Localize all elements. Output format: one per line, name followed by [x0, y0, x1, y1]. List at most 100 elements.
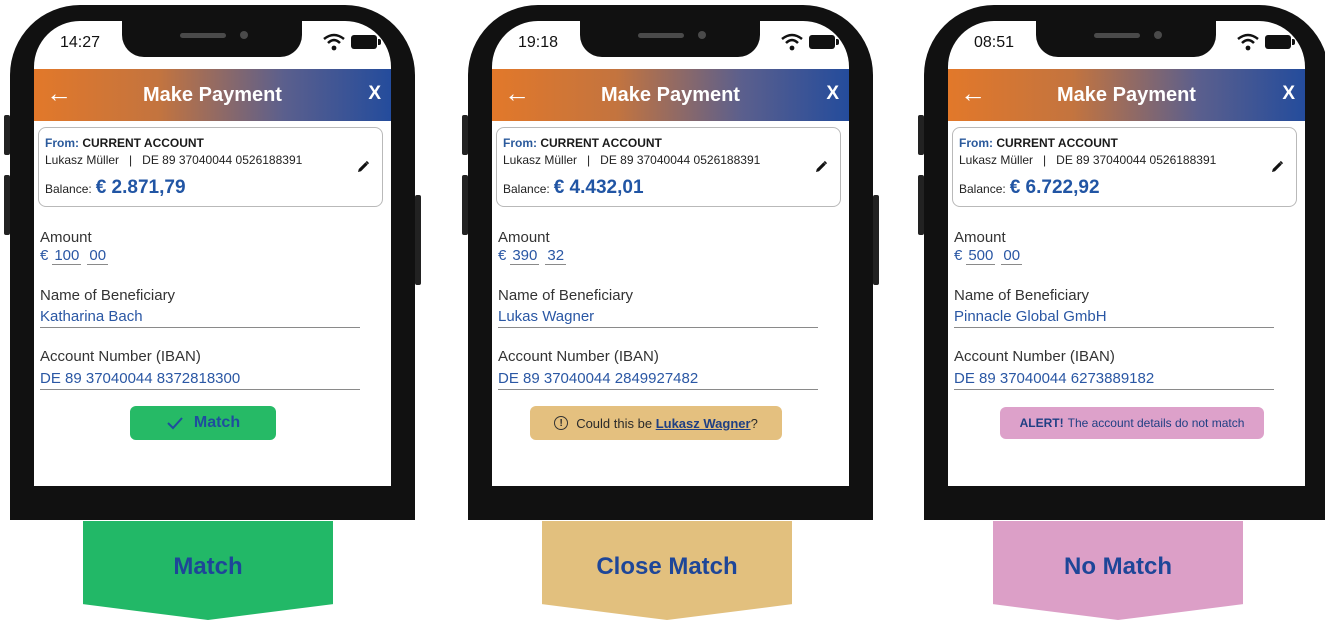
amount-integer[interactable]: 100: [52, 247, 82, 265]
amount-label: Amount: [498, 229, 550, 246]
wifi-icon: [781, 33, 803, 51]
amount-field[interactable]: €500 00: [954, 247, 1023, 265]
amount-integer[interactable]: 390: [510, 247, 540, 265]
tag-label: Close Match: [596, 552, 738, 580]
balance-value: € 4.432,01: [553, 177, 644, 198]
account-from: From: CURRENT ACCOUNT: [503, 136, 834, 150]
amount-decimal[interactable]: 00: [87, 247, 109, 265]
field-underline: [498, 327, 818, 328]
field-underline: [954, 327, 1274, 328]
account-details: Lukasz Müller | DE 89 37040044 052618839…: [45, 153, 303, 167]
balance-value: € 2.871,79: [95, 177, 186, 198]
iban-label: Account Number (IBAN): [954, 348, 1115, 365]
field-underline: [498, 389, 818, 390]
phone-side-button: [918, 115, 924, 155]
app-header: ← Make Payment X: [948, 69, 1305, 121]
field-underline: [954, 389, 1274, 390]
app-header: ← Make Payment X: [34, 69, 391, 121]
tag-match: Match: [83, 521, 333, 620]
beneficiary-field[interactable]: Lukas Wagner: [498, 308, 594, 325]
tag-label: Match: [173, 552, 243, 580]
alert-strong: ALERT!: [1019, 416, 1064, 430]
from-label: From:: [503, 136, 537, 150]
balance-label: Balance:: [45, 182, 92, 196]
from-value: CURRENT ACCOUNT: [540, 136, 662, 150]
battery-icon: [1265, 35, 1295, 49]
beneficiary-field[interactable]: Pinnacle Global GmbH: [954, 308, 1107, 325]
balance-value: € 6.722,92: [1009, 177, 1100, 198]
close-button[interactable]: X: [368, 83, 381, 105]
iban-label: Account Number (IBAN): [40, 348, 201, 365]
phone-side-button: [462, 175, 468, 235]
account-from: From: CURRENT ACCOUNT: [959, 136, 1290, 150]
iban-label: Account Number (IBAN): [498, 348, 659, 365]
suggestion-text-pre: Could this be: [576, 415, 656, 431]
beneficiary-label: Name of Beneficiary: [498, 287, 634, 304]
notch: [1036, 21, 1216, 57]
close-button[interactable]: X: [1282, 83, 1295, 105]
beneficiary-label: Name of Beneficiary: [954, 287, 1090, 304]
status-time: 14:27: [60, 34, 101, 51]
status-time: 19:18: [518, 34, 559, 51]
balance-label: Balance:: [959, 182, 1006, 196]
page-title: Make Payment: [601, 84, 740, 106]
amount-currency: €: [954, 247, 963, 264]
iban-field[interactable]: DE 89 37040044 8372818300: [40, 370, 240, 387]
status-icons: [780, 33, 839, 51]
amount-field[interactable]: €390 32: [498, 247, 567, 265]
beneficiary-field[interactable]: Katharina Bach: [40, 308, 143, 325]
phone-side-button: [415, 195, 421, 285]
tag-close-match: Close Match: [542, 521, 792, 620]
wifi-icon: [1237, 33, 1259, 51]
account-card[interactable]: From: CURRENT ACCOUNT Lukasz Müller | DE…: [496, 127, 841, 207]
amount-integer[interactable]: 500: [966, 247, 996, 265]
phone-side-button: [918, 175, 924, 235]
page-title: Make Payment: [143, 84, 282, 106]
amount-currency: €: [40, 247, 49, 264]
balance-label: Balance:: [503, 182, 550, 196]
status-time: 08:51: [974, 34, 1015, 51]
suggested-name-link[interactable]: Lukasz Wagner: [656, 416, 751, 431]
close-button[interactable]: X: [826, 83, 839, 105]
app-header: ← Make Payment X: [492, 69, 849, 121]
phone-side-button: [873, 195, 879, 285]
no-match-alert: ALERT! The account details do not match: [1000, 407, 1264, 439]
match-result-button[interactable]: Match: [130, 406, 276, 440]
phone-side-button: [462, 115, 468, 155]
tag-no-match: No Match: [993, 521, 1243, 620]
edit-pencil-icon[interactable]: [814, 160, 828, 174]
field-underline: [40, 389, 360, 390]
phone-screen: 08:51 ← Make Payment X From: CURRENT ACC…: [948, 21, 1305, 486]
alert-text: The account details do not match: [1067, 416, 1245, 430]
account-details: Lukasz Müller | DE 89 37040044 052618839…: [959, 153, 1217, 167]
phone-no-match: 08:51 ← Make Payment X From: CURRENT ACC…: [918, 5, 1325, 520]
amount-decimal[interactable]: 00: [1001, 247, 1023, 265]
phone-close-match: 19:18 ← Make Payment X From: CURRENT ACC…: [462, 5, 879, 520]
iban-field[interactable]: DE 89 37040044 2849927482: [498, 370, 698, 387]
match-result-label: Match: [193, 414, 241, 431]
battery-icon: [351, 35, 381, 49]
amount-decimal[interactable]: 32: [545, 247, 567, 265]
edit-pencil-icon[interactable]: [1270, 160, 1284, 174]
notch: [580, 21, 760, 57]
edit-pencil-icon[interactable]: [356, 160, 370, 174]
account-from: From: CURRENT ACCOUNT: [45, 136, 376, 150]
from-label: From:: [959, 136, 993, 150]
amount-label: Amount: [40, 229, 92, 246]
account-card[interactable]: From: CURRENT ACCOUNT Lukasz Müller | DE…: [952, 127, 1297, 207]
notch: [122, 21, 302, 57]
from-value: CURRENT ACCOUNT: [82, 136, 204, 150]
page-title: Make Payment: [1057, 84, 1196, 106]
account-details: Lukasz Müller | DE 89 37040044 052618839…: [503, 153, 761, 167]
account-balance: Balance: € 6.722,92: [959, 177, 1290, 199]
suggestion-text-post: ?: [750, 415, 758, 431]
close-match-suggestion: ! Could this be Lukasz Wagner?: [530, 406, 782, 440]
battery-icon: [809, 35, 839, 49]
account-card[interactable]: From: CURRENT ACCOUNT Lukasz Müller | DE…: [38, 127, 383, 207]
beneficiary-label: Name of Beneficiary: [40, 287, 176, 304]
check-icon: [167, 417, 183, 430]
account-balance: Balance: € 2.871,79: [45, 177, 376, 199]
iban-field[interactable]: DE 89 37040044 6273889182: [954, 370, 1154, 387]
amount-currency: €: [498, 247, 507, 264]
amount-field[interactable]: €100 00: [40, 247, 109, 265]
